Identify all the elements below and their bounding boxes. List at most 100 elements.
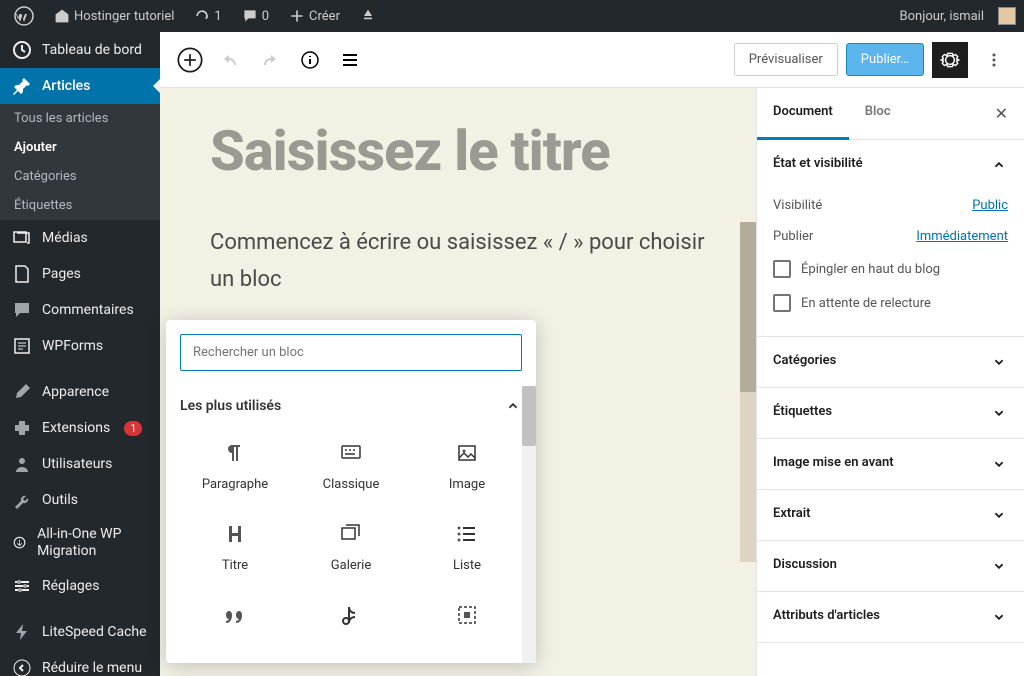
more-button[interactable] <box>976 42 1012 78</box>
greeting-link[interactable]: Bonjour, ismail <box>894 9 990 24</box>
sidebar-settings[interactable]: Réglages <box>0 568 160 604</box>
settings-button[interactable] <box>932 42 968 78</box>
block-label: Paragraphe <box>184 477 286 492</box>
submenu-add[interactable]: Ajouter <box>0 133 160 162</box>
site-link[interactable]: Hostinger tutoriel <box>48 8 180 24</box>
search-input[interactable] <box>180 334 522 371</box>
sidebar-label: Articles <box>42 78 90 94</box>
editor-toolbar: Prévisualiser Publier… <box>160 32 1024 88</box>
brush-icon <box>12 382 32 402</box>
redo-button[interactable] <box>252 42 288 78</box>
block-list[interactable]: Liste <box>412 508 522 583</box>
paragraph-block[interactable]: Commencez à écrire ou saisissez « / » po… <box>210 224 706 299</box>
inserter-scrollbar[interactable] <box>522 386 536 663</box>
site-name: Hostinger tutoriel <box>74 9 174 24</box>
panel-attributes[interactable]: Attributs d'articles <box>757 592 1024 642</box>
block-gallery[interactable]: Galerie <box>296 508 406 583</box>
panel-featured[interactable]: Image mise en avant <box>757 439 1024 489</box>
panel-title: Discussion <box>773 557 837 575</box>
submenu-categories[interactable]: Catégories <box>0 162 160 191</box>
heading-icon <box>223 522 247 546</box>
panel-title: Étiquettes <box>773 404 832 422</box>
tab-block[interactable]: Bloc <box>849 88 907 139</box>
sidebar-dashboard[interactable]: Tableau de bord <box>0 32 160 68</box>
publish-value[interactable]: Immédiatement <box>916 229 1008 244</box>
add-block-button[interactable] <box>172 42 208 78</box>
submenu-tags[interactable]: Étiquettes <box>0 191 160 220</box>
close-inspector-button[interactable]: ✕ <box>979 88 1024 139</box>
wp-logo-icon[interactable] <box>8 6 40 26</box>
create-label: Créer <box>309 9 340 24</box>
block-cover[interactable] <box>412 589 522 649</box>
cover-icon <box>455 603 479 627</box>
panel-title: Image mise en avant <box>773 455 894 473</box>
chevron-down-icon <box>990 404 1008 422</box>
block-image[interactable]: Image <box>412 427 522 502</box>
panel-title: Attributs d'articles <box>773 608 880 626</box>
create-link[interactable]: Créer <box>283 8 346 24</box>
sidebar-comments[interactable]: Commentaires <box>0 292 160 328</box>
panel-tags[interactable]: Étiquettes <box>757 388 1024 438</box>
checkbox-icon[interactable] <box>773 260 791 278</box>
block-classic[interactable]: Classique <box>296 427 406 502</box>
list-icon <box>455 522 479 546</box>
updraft-icon[interactable] <box>354 8 382 24</box>
sidebar-wpforms[interactable]: WPForms <box>0 328 160 364</box>
panel-title: État et visibilité <box>773 156 863 174</box>
post-title[interactable]: Saisissez le titre <box>210 118 706 184</box>
submenu-all-articles[interactable]: Tous les articles <box>0 104 160 133</box>
sidebar-articles-submenu: Tous les articles Ajouter Catégories Éti… <box>0 104 160 220</box>
block-paragraph[interactable]: Paragraphe <box>180 427 290 502</box>
comments-link[interactable]: 0 <box>236 8 275 24</box>
comment-icon <box>12 300 32 320</box>
avatar[interactable] <box>998 7 1016 25</box>
undo-button[interactable] <box>212 42 248 78</box>
panel-discussion[interactable]: Discussion <box>757 541 1024 591</box>
sidebar-collapse[interactable]: Réduire le menu <box>0 650 160 676</box>
sidebar-litespeed[interactable]: LiteSpeed Cache <box>0 614 160 650</box>
sidebar-label: Outils <box>42 492 78 508</box>
block-audio[interactable] <box>296 589 406 649</box>
block-heading[interactable]: Titre <box>180 508 290 583</box>
comments-count: 0 <box>262 9 269 24</box>
visibility-value[interactable]: Public <box>972 198 1008 213</box>
chevron-up-icon <box>504 397 522 415</box>
updates-link[interactable]: 1 <box>188 8 227 24</box>
sidebar-articles[interactable]: Articles <box>0 68 160 104</box>
sidebar-media[interactable]: Médias <box>0 220 160 256</box>
panel-status-head[interactable]: État et visibilité <box>757 140 1024 190</box>
info-button[interactable] <box>292 42 328 78</box>
sidebar-label: Tableau de bord <box>42 42 142 58</box>
sidebar-aio[interactable]: All-in-One WP Migration <box>0 518 160 568</box>
sidebar-extensions[interactable]: Extensions1 <box>0 410 160 446</box>
canvas-scroll-thumb[interactable] <box>740 222 756 392</box>
canvas-scrollbar[interactable] <box>740 222 756 562</box>
panel-excerpt[interactable]: Extrait <box>757 490 1024 540</box>
sidebar-label: Réduire le menu <box>42 660 142 676</box>
form-icon <box>12 336 32 356</box>
inspector-tabs: Document Bloc ✕ <box>757 88 1024 140</box>
media-icon <box>12 228 32 248</box>
chevron-down-icon <box>990 557 1008 575</box>
user-icon <box>12 454 32 474</box>
inserter-scroll-thumb[interactable] <box>522 386 536 446</box>
sidebar-tools[interactable]: Outils <box>0 482 160 518</box>
extensions-badge: 1 <box>124 421 142 436</box>
preview-button[interactable]: Prévisualiser <box>734 43 838 76</box>
sidebar-label: Commentaires <box>42 302 134 318</box>
panel-categories[interactable]: Catégories <box>757 337 1024 387</box>
sidebar-pages[interactable]: Pages <box>0 256 160 292</box>
page-icon <box>12 264 32 284</box>
pin-checkbox-row[interactable]: Épingler en haut du blog <box>773 252 1008 286</box>
sidebar-users[interactable]: Utilisateurs <box>0 446 160 482</box>
pending-checkbox-row[interactable]: En attente de relecture <box>773 286 1008 320</box>
outline-button[interactable] <box>332 42 368 78</box>
sidebar-appearance[interactable]: Apparence <box>0 374 160 410</box>
publish-button[interactable]: Publier… <box>846 43 924 76</box>
sidebar-label: All-in-One WP Migration <box>37 526 148 560</box>
block-quote[interactable] <box>180 589 290 649</box>
inserter-section-head[interactable]: Les plus utilisés <box>180 397 522 415</box>
checkbox-icon[interactable] <box>773 294 791 312</box>
tab-document[interactable]: Document <box>757 88 849 140</box>
block-label: Image <box>416 477 518 492</box>
